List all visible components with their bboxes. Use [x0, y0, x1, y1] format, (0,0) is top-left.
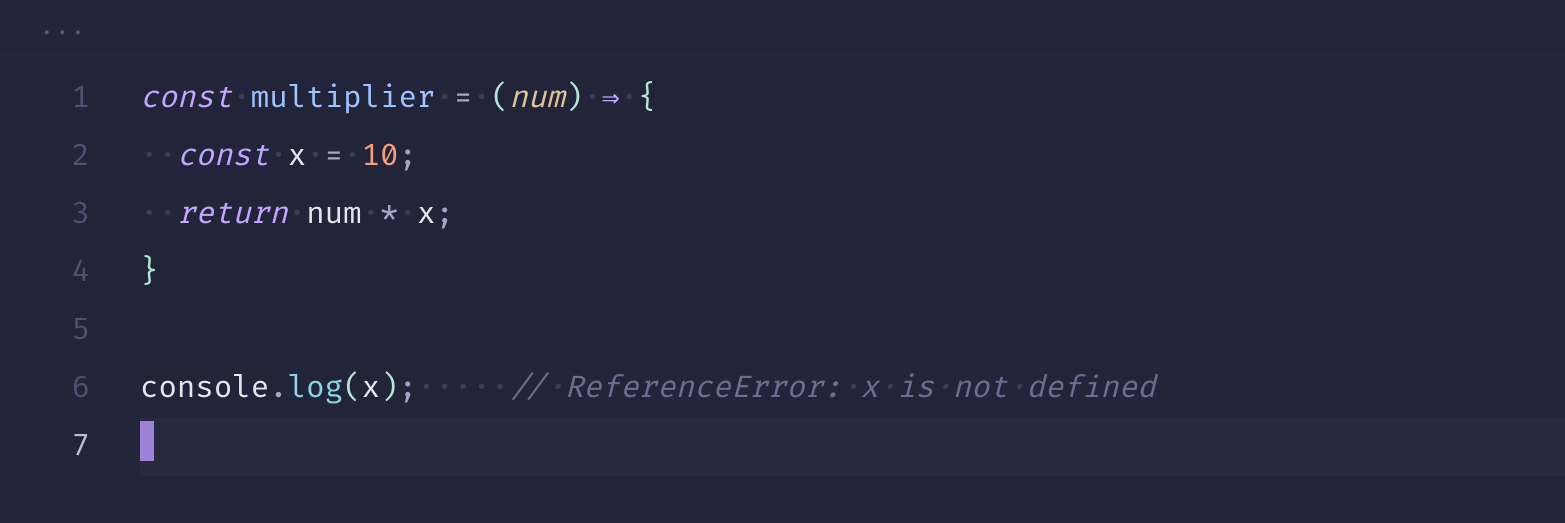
code-line[interactable]: 5 [0, 302, 1565, 360]
token-operator: = [454, 80, 472, 117]
whitespace-dot: · [472, 80, 490, 117]
code-area[interactable]: 1 const·multiplier·=·(num)·⇒·{ 2 ··const… [0, 55, 1565, 476]
whitespace-dot: · [435, 80, 453, 117]
whitespace-dot: · [620, 80, 638, 117]
token-paren-open: ( [343, 370, 361, 407]
comment-text: ReferenceError: [565, 370, 842, 407]
token-function: log [288, 370, 343, 407]
token-operator: * [380, 196, 398, 233]
whitespace-dot: · [306, 138, 324, 175]
breadcrumb[interactable]: ... [0, 0, 1565, 55]
text-cursor [140, 421, 154, 461]
code-line[interactable]: 3 ··return·num·*·x; [0, 186, 1565, 244]
code-line[interactable]: 4 } [0, 244, 1565, 302]
whitespace-dot: · [288, 196, 306, 233]
token-variable: num [306, 196, 361, 233]
code-content[interactable]: } [140, 244, 1565, 302]
whitespace-dot: · [232, 80, 250, 117]
token-paren-open: ( [491, 80, 509, 117]
code-line[interactable]: 1 const·multiplier·=·(num)·⇒·{ [0, 70, 1565, 128]
token-dot: . [269, 370, 287, 407]
whitespace-dot: · [546, 370, 564, 407]
code-editor[interactable]: ... 1 const·multiplier·=·(num)·⇒·{ 2 ··c… [0, 0, 1565, 523]
whitespace-dot: · [934, 370, 952, 407]
whitespace-dot: · [842, 370, 860, 407]
whitespace-dot: · [1008, 370, 1026, 407]
token-variable: x [362, 370, 380, 407]
token-identifier: multiplier [251, 80, 436, 117]
token-paren-close: ) [380, 370, 398, 407]
token-paren-close: ) [565, 80, 583, 117]
code-content[interactable]: ··return·num·*·x; [140, 186, 1565, 244]
token-keyword: const [177, 138, 269, 175]
line-number: 1 [0, 70, 140, 128]
token-arrow: ⇒ [602, 80, 620, 117]
breadcrumb-ellipsis[interactable]: ... [40, 14, 87, 41]
code-line[interactable]: 6 console.log(x);·····//·ReferenceError:… [0, 360, 1565, 418]
whitespace-dot: · [362, 196, 380, 233]
code-content[interactable] [140, 418, 1565, 476]
comment-text: not [952, 370, 1007, 407]
whitespace-dot: ·· [140, 138, 177, 175]
whitespace-dot: · [399, 196, 417, 233]
comment-text: defined [1026, 370, 1155, 407]
token-keyword: const [140, 80, 232, 117]
whitespace-dot: · [879, 370, 897, 407]
token-keyword: return [177, 196, 288, 233]
comment-text: is [897, 370, 934, 407]
token-comment: //·ReferenceError:·x·is·not·defined [509, 370, 1155, 407]
token-variable: x [417, 196, 435, 233]
line-number: 5 [0, 302, 140, 360]
token-variable: x [288, 138, 306, 175]
token-semicolon: ; [399, 370, 417, 407]
code-content[interactable]: ··const·x·=·10; [140, 128, 1565, 186]
code-content[interactable]: const·multiplier·=·(num)·⇒·{ [140, 70, 1565, 128]
token-number: 10 [362, 138, 399, 175]
token-brace-open: { [638, 80, 656, 117]
token-brace-close: } [140, 254, 158, 291]
code-line-active[interactable]: 7 [0, 418, 1565, 476]
line-number: 2 [0, 128, 140, 186]
line-number: 3 [0, 186, 140, 244]
comment-text: x [860, 370, 878, 407]
whitespace-dot: · [269, 138, 287, 175]
whitespace-dot: ·· [140, 196, 177, 233]
whitespace-dot: ····· [417, 370, 509, 407]
token-operator: = [325, 138, 343, 175]
token-semicolon: ; [435, 196, 453, 233]
token-semicolon: ; [399, 138, 417, 175]
whitespace-dot: · [343, 138, 361, 175]
code-content[interactable]: console.log(x);·····//·ReferenceError:·x… [140, 360, 1565, 418]
line-number-active: 7 [0, 418, 140, 476]
line-number: 6 [0, 360, 140, 418]
token-object: console [140, 370, 269, 407]
comment-slash: // [509, 370, 546, 407]
whitespace-dot: · [583, 80, 601, 117]
code-line[interactable]: 2 ··const·x·=·10; [0, 128, 1565, 186]
token-parameter: num [509, 80, 564, 117]
line-number: 4 [0, 244, 140, 302]
